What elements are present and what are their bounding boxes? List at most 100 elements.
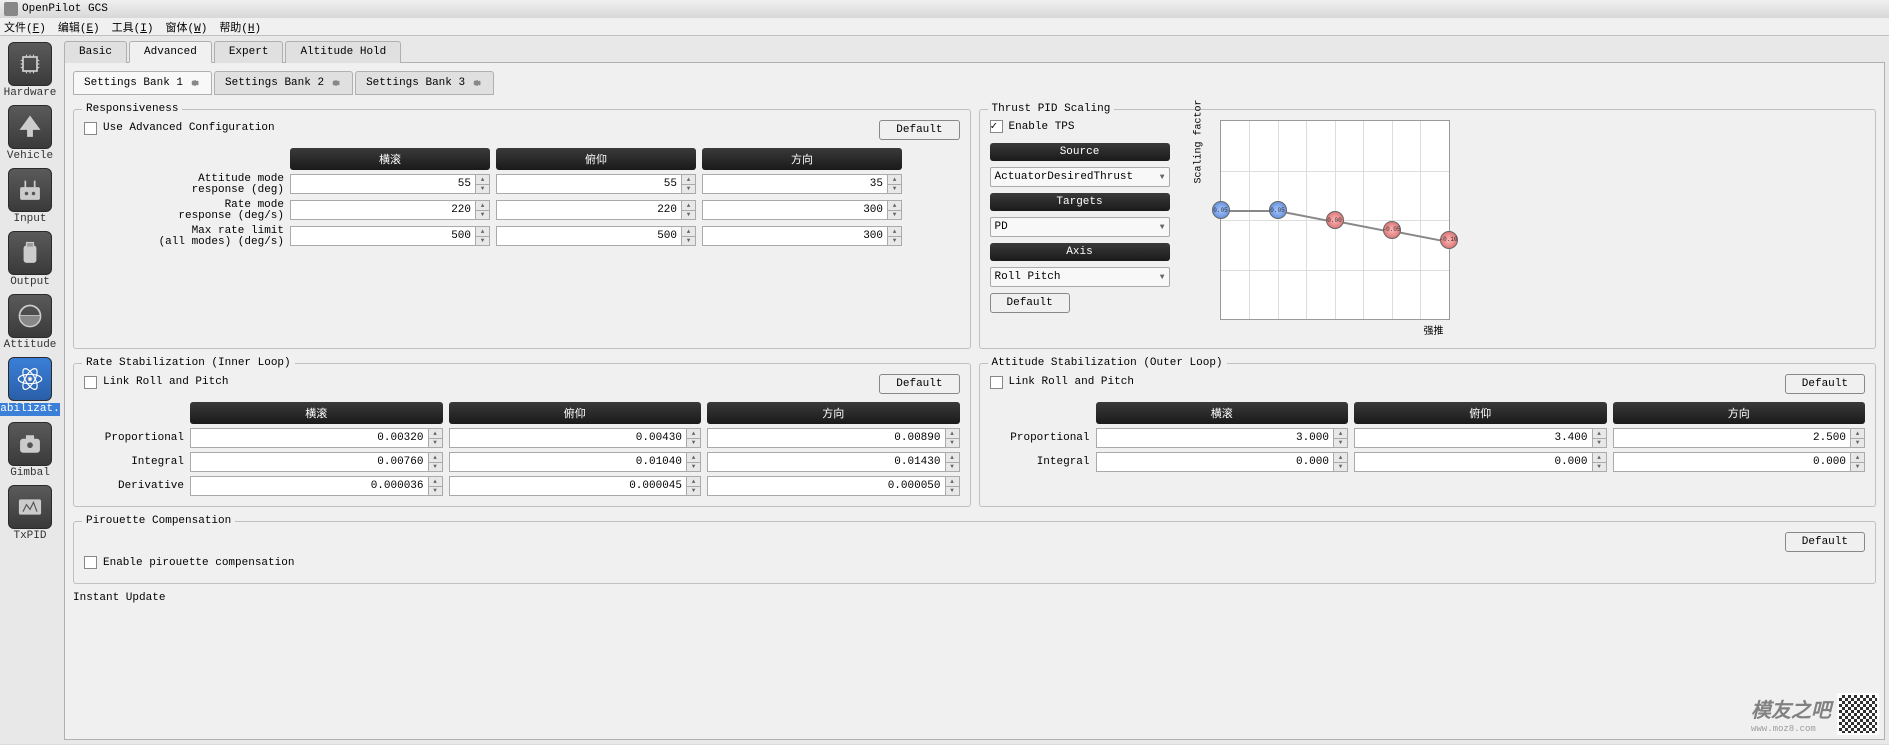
att-integral-roll[interactable]: ▲▼: [1096, 452, 1349, 472]
targets-header: Targets: [990, 193, 1170, 211]
rate-integral-roll[interactable]: ▲▼: [190, 452, 443, 472]
motor-icon: [8, 231, 52, 275]
col-header-roll: 横滚: [190, 402, 443, 424]
source-dropdown[interactable]: ActuatorDesiredThrust: [990, 167, 1170, 187]
col-header-pitch: 俯仰: [1354, 402, 1607, 424]
app-icon: [4, 2, 18, 16]
col-header-yaw: 方向: [1613, 402, 1866, 424]
row-label: Proportional: [84, 432, 184, 444]
att-integral-pitch[interactable]: ▲▼: [1354, 452, 1607, 472]
sidebar-item-hardware[interactable]: Hardware: [7, 40, 53, 101]
sidebar-item-input[interactable]: Input: [7, 166, 53, 227]
rate-proportional-pitch[interactable]: ▲▼: [449, 428, 702, 448]
tab-basic[interactable]: Basic: [64, 41, 127, 63]
enable-tps-checkbox[interactable]: Enable TPS: [990, 120, 1170, 133]
axis-header: Axis: [990, 243, 1170, 261]
watermark: 模友之吧 www.moz8.com: [1751, 693, 1879, 735]
rate-proportional-roll[interactable]: ▲▼: [190, 428, 443, 448]
sidebar-item-stabilization[interactable]: Stabilizat...: [7, 355, 53, 418]
rate-stab-default-button[interactable]: Default: [879, 374, 959, 394]
attitude-response-pitch[interactable]: ▲▼: [496, 174, 696, 194]
chart-point[interactable]: -0.05: [1383, 221, 1401, 239]
tab-settings-bank-1[interactable]: Settings Bank 1: [73, 71, 212, 95]
qr-code-icon: [1837, 693, 1879, 735]
content-area: Basic Advanced Expert Altitude Hold Sett…: [60, 36, 1889, 744]
group-title: Pirouette Compensation: [82, 515, 235, 527]
group-attitude-stabilization: Attitude Stabilization (Outer Loop) Link…: [979, 363, 1877, 507]
watermark-logo: 模友之吧: [1751, 694, 1831, 724]
row-label: Attitude moderesponse (deg): [84, 174, 284, 196]
chart-point[interactable]: 0.00: [1326, 211, 1344, 229]
titlebar: OpenPilot GCS: [0, 0, 1889, 18]
att-stab-default-button[interactable]: Default: [1785, 374, 1865, 394]
menu-edit[interactable]: 编辑(E): [58, 19, 100, 35]
responsiveness-default-button[interactable]: Default: [879, 120, 959, 140]
group-thrust-pid: Thrust PID Scaling Enable TPS Source Act…: [979, 109, 1877, 349]
sidebar-item-txpid[interactable]: TxPID: [7, 483, 53, 544]
gauge-icon: [8, 485, 52, 529]
chart-point[interactable]: 0.05: [1269, 201, 1287, 219]
row-label: Integral: [84, 456, 184, 468]
use-advanced-config-checkbox[interactable]: Use Advanced Configuration: [84, 122, 275, 135]
gear-icon: [187, 76, 201, 90]
source-header: Source: [990, 143, 1170, 161]
max-rate-roll[interactable]: ▲▼: [290, 226, 490, 246]
rate-response-roll[interactable]: ▲▼: [290, 200, 490, 220]
rate-proportional-yaw[interactable]: ▲▼: [707, 428, 960, 448]
axis-dropdown[interactable]: Roll Pitch: [990, 267, 1170, 287]
rate-response-pitch[interactable]: ▲▼: [496, 200, 696, 220]
sidebar-item-output[interactable]: Output: [7, 229, 53, 290]
menubar: 文件(F) 编辑(E) 工具(I) 窗体(W) 帮助(H): [0, 18, 1889, 36]
responsiveness-grid: 横滚 俯仰 方向 Attitude moderesponse (deg) ▲▼ …: [84, 148, 960, 248]
att-integral-yaw[interactable]: ▲▼: [1613, 452, 1866, 472]
max-rate-pitch[interactable]: ▲▼: [496, 226, 696, 246]
sidebar-item-attitude[interactable]: Attitude: [7, 292, 53, 353]
att-proportional-yaw[interactable]: ▲▼: [1613, 428, 1866, 448]
tab-advanced[interactable]: Advanced: [129, 41, 212, 63]
attitude-response-roll[interactable]: ▲▼: [290, 174, 490, 194]
att-proportional-roll[interactable]: ▲▼: [1096, 428, 1349, 448]
rate-integral-pitch[interactable]: ▲▼: [449, 452, 702, 472]
tps-chart[interactable]: Scaling factor: [1220, 120, 1450, 320]
link-roll-pitch-att-checkbox[interactable]: Link Roll and Pitch: [990, 376, 1134, 389]
rate-integral-yaw[interactable]: ▲▼: [707, 452, 960, 472]
tab-altitude-hold[interactable]: Altitude Hold: [285, 41, 401, 63]
att-proportional-pitch[interactable]: ▲▼: [1354, 428, 1607, 448]
max-rate-yaw[interactable]: ▲▼: [702, 226, 902, 246]
chart-point[interactable]: 0.05: [1212, 201, 1230, 219]
gear-icon: [328, 76, 342, 90]
tab-expert[interactable]: Expert: [214, 41, 284, 63]
row-label: Integral: [990, 456, 1090, 468]
menu-window[interactable]: 窗体(W): [165, 19, 207, 35]
chart-point[interactable]: -0.10: [1440, 231, 1458, 249]
checkbox-icon: [84, 122, 97, 135]
chart-xlabel: 强推: [1190, 322, 1450, 338]
rate-derivative-roll[interactable]: ▲▼: [190, 476, 443, 496]
group-title: Rate Stabilization (Inner Loop): [82, 357, 295, 369]
app-title: OpenPilot GCS: [22, 3, 1885, 15]
col-header-yaw: 方向: [707, 402, 960, 424]
pirouette-default-button[interactable]: Default: [1785, 532, 1865, 552]
rate-derivative-pitch[interactable]: ▲▼: [449, 476, 702, 496]
targets-dropdown[interactable]: PD: [990, 217, 1170, 237]
radio-icon: [8, 168, 52, 212]
tab-settings-bank-3[interactable]: Settings Bank 3: [355, 71, 494, 95]
link-roll-pitch-rate-checkbox[interactable]: Link Roll and Pitch: [84, 376, 228, 389]
menu-file[interactable]: 文件(F): [4, 19, 46, 35]
sidebar-item-gimbal[interactable]: Gimbal: [7, 420, 53, 481]
attitude-response-yaw[interactable]: ▲▼: [702, 174, 902, 194]
sidebar-item-vehicle[interactable]: Vehicle: [7, 103, 53, 164]
chip-icon: [8, 42, 52, 86]
tab-settings-bank-2[interactable]: Settings Bank 2: [214, 71, 353, 95]
menu-help[interactable]: 帮助(H): [219, 19, 261, 35]
group-rate-stabilization: Rate Stabilization (Inner Loop) Link Rol…: [73, 363, 971, 507]
rate-response-yaw[interactable]: ▲▼: [702, 200, 902, 220]
rate-derivative-yaw[interactable]: ▲▼: [707, 476, 960, 496]
menu-tools[interactable]: 工具(I): [112, 19, 154, 35]
enable-pirouette-checkbox[interactable]: Enable pirouette compensation: [84, 556, 1865, 569]
thrust-default-button[interactable]: Default: [990, 293, 1070, 313]
group-title: Attitude Stabilization (Outer Loop): [988, 357, 1227, 369]
col-header-roll: 横滚: [1096, 402, 1349, 424]
settings-bank-tabs: Settings Bank 1 Settings Bank 2 Settings…: [73, 71, 1876, 95]
camera-icon: [8, 422, 52, 466]
